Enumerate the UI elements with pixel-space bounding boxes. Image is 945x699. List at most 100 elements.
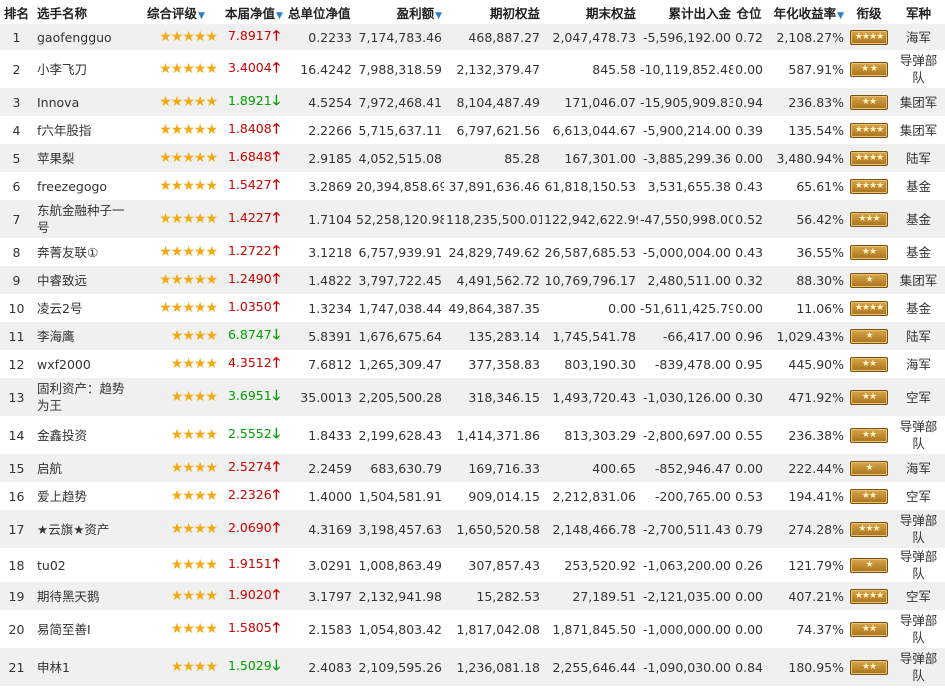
army-cell: 基金 [892, 294, 945, 322]
rating-stars-icon: ★★★★★ [159, 61, 218, 77]
header-annual[interactable]: 年化收益率▼ [765, 0, 846, 24]
annual-return-cell: 74.37% [765, 610, 846, 648]
table-row[interactable]: 20 易简至善I ★★★★ 1.5805🡑 2.1583 1,054,803.42 1,81… [0, 610, 945, 648]
table-row[interactable]: 3 Innova ★★★★★ 1.8921🡓 4.5254 7,972,468.41 8,1… [0, 88, 945, 116]
table-row[interactable]: 9 中睿致远 ★★★★★ 1.2490🡑 1.4822 3,797,722.45 4,491… [0, 266, 945, 294]
annual-return-cell: 88.30% [765, 266, 846, 294]
table-row[interactable]: 4 f六年股指 ★★★★★ 1.8408🡑 2.2266 5,715,637.11 6,79… [0, 116, 945, 144]
position-cell: 0.52 [733, 200, 765, 238]
total-nav-cell: 1.7104 [284, 200, 354, 238]
rating-cell: ★★★★★ [131, 50, 221, 88]
header-rating[interactable]: 综合评级▼ [131, 0, 221, 24]
table-row[interactable]: 17 ★云旗★资产 ★★★★ 2.0690🡑 4.3169 3,198,457.63 1,6… [0, 510, 945, 548]
table-row[interactable]: 5 苹果梨 ★★★★★ 1.6848🡑 2.9185 4,052,515.08 85.28 1… [0, 144, 945, 172]
sort-arrow-icon[interactable]: ▼ [276, 11, 283, 21]
player-name-link[interactable]: 小李飞刀 [33, 50, 131, 88]
player-name-link[interactable]: freezegogo [33, 172, 131, 200]
player-name-link[interactable]: 苹果梨 [33, 144, 131, 172]
position-cell: 0.39 [733, 116, 765, 144]
arrow-up-icon: 🡑 [272, 520, 280, 536]
sort-arrow-icon[interactable]: ▼ [837, 11, 844, 21]
header-nav[interactable]: 本届净值▼ [221, 0, 284, 24]
army-cell: 空军 [892, 582, 945, 610]
rating-cell: ★★★★ [131, 648, 221, 686]
player-name-link[interactable]: wxf2000 [33, 350, 131, 378]
rank-cell: 16 [0, 482, 33, 510]
header-annual-label: 年化收益率 [773, 5, 837, 21]
position-cell: 0.30 [733, 378, 765, 416]
player-name-link[interactable]: Innova [33, 88, 131, 116]
table-row[interactable]: 14 金鑫投资 ★★★★ 2.5552🡓 1.8433 2,199,628.43 1,414… [0, 416, 945, 454]
cum-flow-cell: -1,000,000.00 [638, 610, 733, 648]
player-name-link[interactable]: 李海鹰 [33, 322, 131, 350]
profit-cell: 2,132,941.98 [354, 582, 444, 610]
table-row[interactable]: 15 启航 ★★★★ 2.5274🡑 2.2459 683,630.79 169,716.3… [0, 454, 945, 482]
total-nav-cell: 3.1797 [284, 582, 354, 610]
player-name-link[interactable]: 金鑫投资 [33, 416, 131, 454]
player-name-link[interactable]: f六年股指 [33, 116, 131, 144]
rank-cell: 4 [0, 116, 33, 144]
table-row[interactable]: 12 wxf2000 ★★★★ 4.3512🡑 7.6812 1,265,309.47 37… [0, 350, 945, 378]
table-row[interactable]: 8 奔菁友联① ★★★★★ 1.2722🡑 3.1218 6,757,939.91 24,8… [0, 238, 945, 266]
player-name-link[interactable]: 奔菁友联① [33, 238, 131, 266]
table-row[interactable]: 21 申林1 ★★★★ 1.5029🡓 2.4083 2,109,595.26 1,236,… [0, 648, 945, 686]
total-nav-cell: 3.0291 [284, 548, 354, 582]
annual-return-cell: 121.79% [765, 548, 846, 582]
annual-return-cell: 471.92% [765, 378, 846, 416]
arrow-up-icon: 🡑 [272, 587, 280, 603]
nav-value: 3.6951 [227, 388, 272, 403]
player-name-link[interactable]: gaofengguo [33, 24, 131, 50]
position-cell: 0.84 [733, 648, 765, 686]
player-name-link[interactable]: 期待黑天鹅 [33, 582, 131, 610]
nav-value: 7.8917 [227, 28, 272, 43]
sort-arrow-icon[interactable]: ▼ [435, 11, 442, 21]
table-row[interactable]: 18 tu02 ★★★★ 1.9151🡑 3.0291 1,008,863.49 307,8… [0, 548, 945, 582]
total-nav-cell: 2.2459 [284, 454, 354, 482]
rank-cell: 19 [0, 582, 33, 610]
military-rank-badge-icon: ★★ [850, 95, 888, 110]
player-name-link[interactable]: 东航金融种子一号 [33, 200, 131, 238]
player-name-link[interactable]: 固利资产：趋势为王 [33, 378, 131, 416]
annual-return-cell: 180.95% [765, 648, 846, 686]
rank-badge-cell: ★★ [846, 378, 892, 416]
total-nav-cell: 3.1218 [284, 238, 354, 266]
table-row[interactable]: 16 爱上趋势 ★★★★ 2.2326🡑 1.4000 1,504,581.91 909,0… [0, 482, 945, 510]
player-name-link[interactable]: 凌云2号 [33, 294, 131, 322]
player-name-link[interactable]: 中睿致远 [33, 266, 131, 294]
table-row[interactable]: 13 固利资产：趋势为王 ★★★★ 3.6951🡓 35.0013 2,205,500.2… [0, 378, 945, 416]
rank-badge-cell: ★★ [846, 88, 892, 116]
ranking-table: 排名 选手名称 综合评级▼ 本届净值▼ 总单位净值 盈利额▼ 期初权益 期末权益… [0, 0, 945, 686]
player-name-link[interactable]: ★云旗★资产 [33, 510, 131, 548]
nav-value: 1.6848 [227, 149, 272, 164]
military-rank-badge-icon: ★★★ [850, 522, 888, 537]
header-cum-flow: 累计出入金 [638, 0, 733, 24]
rank-badge-cell: ★★ [846, 416, 892, 454]
table-row[interactable]: 11 李海鹰 ★★★★ 6.8747🡓 5.8391 1,676,675.64 135,28… [0, 322, 945, 350]
table-row[interactable]: 6 freezegogo ★★★★★ 1.5427🡑 3.2869 20,394,858.… [0, 172, 945, 200]
player-name-link[interactable]: 申林1 [33, 648, 131, 686]
header-profit[interactable]: 盈利额▼ [354, 0, 444, 24]
table-row[interactable]: 1 gaofengguo ★★★★★ 7.8917🡑 0.2233 7,174,783.4… [0, 24, 945, 50]
nav-value: 2.5274 [227, 459, 272, 474]
nav-cell: 2.5274🡑 [221, 454, 284, 482]
nav-value: 1.2490 [227, 271, 272, 286]
cum-flow-cell: 3,531,655.38 [638, 172, 733, 200]
sort-arrow-icon[interactable]: ▼ [198, 11, 205, 21]
player-name-link[interactable]: 易简至善I [33, 610, 131, 648]
table-row[interactable]: 19 期待黑天鹅 ★★★★ 1.9020🡑 3.1797 2,132,941.98 15,2… [0, 582, 945, 610]
table-row[interactable]: 2 小李飞刀 ★★★★★ 3.4004🡑 16.4242 7,988,318.59 2,13… [0, 50, 945, 88]
table-row[interactable]: 7 东航金融种子一号 ★★★★★ 1.4227🡑 1.7104 52,258,120.98… [0, 200, 945, 238]
end-equity-cell: 2,212,831.06 [542, 482, 638, 510]
cum-flow-cell: -1,063,200.00 [638, 548, 733, 582]
arrow-up-icon: 🡑 [272, 271, 280, 287]
rank-badge-cell: ★★★★ [846, 294, 892, 322]
annual-return-cell: 135.54% [765, 116, 846, 144]
player-name-link[interactable]: 爱上趋势 [33, 482, 131, 510]
military-rank-badge-icon: ★★ [850, 660, 888, 675]
player-name-link[interactable]: tu02 [33, 548, 131, 582]
end-equity-cell: 1,871,845.50 [542, 610, 638, 648]
military-rank-badge-icon: ★★★★ [850, 589, 888, 604]
table-row[interactable]: 10 凌云2号 ★★★★★ 1.0350🡑 1.3234 1,747,038.44 49,8… [0, 294, 945, 322]
rank-cell: 14 [0, 416, 33, 454]
player-name-link[interactable]: 启航 [33, 454, 131, 482]
